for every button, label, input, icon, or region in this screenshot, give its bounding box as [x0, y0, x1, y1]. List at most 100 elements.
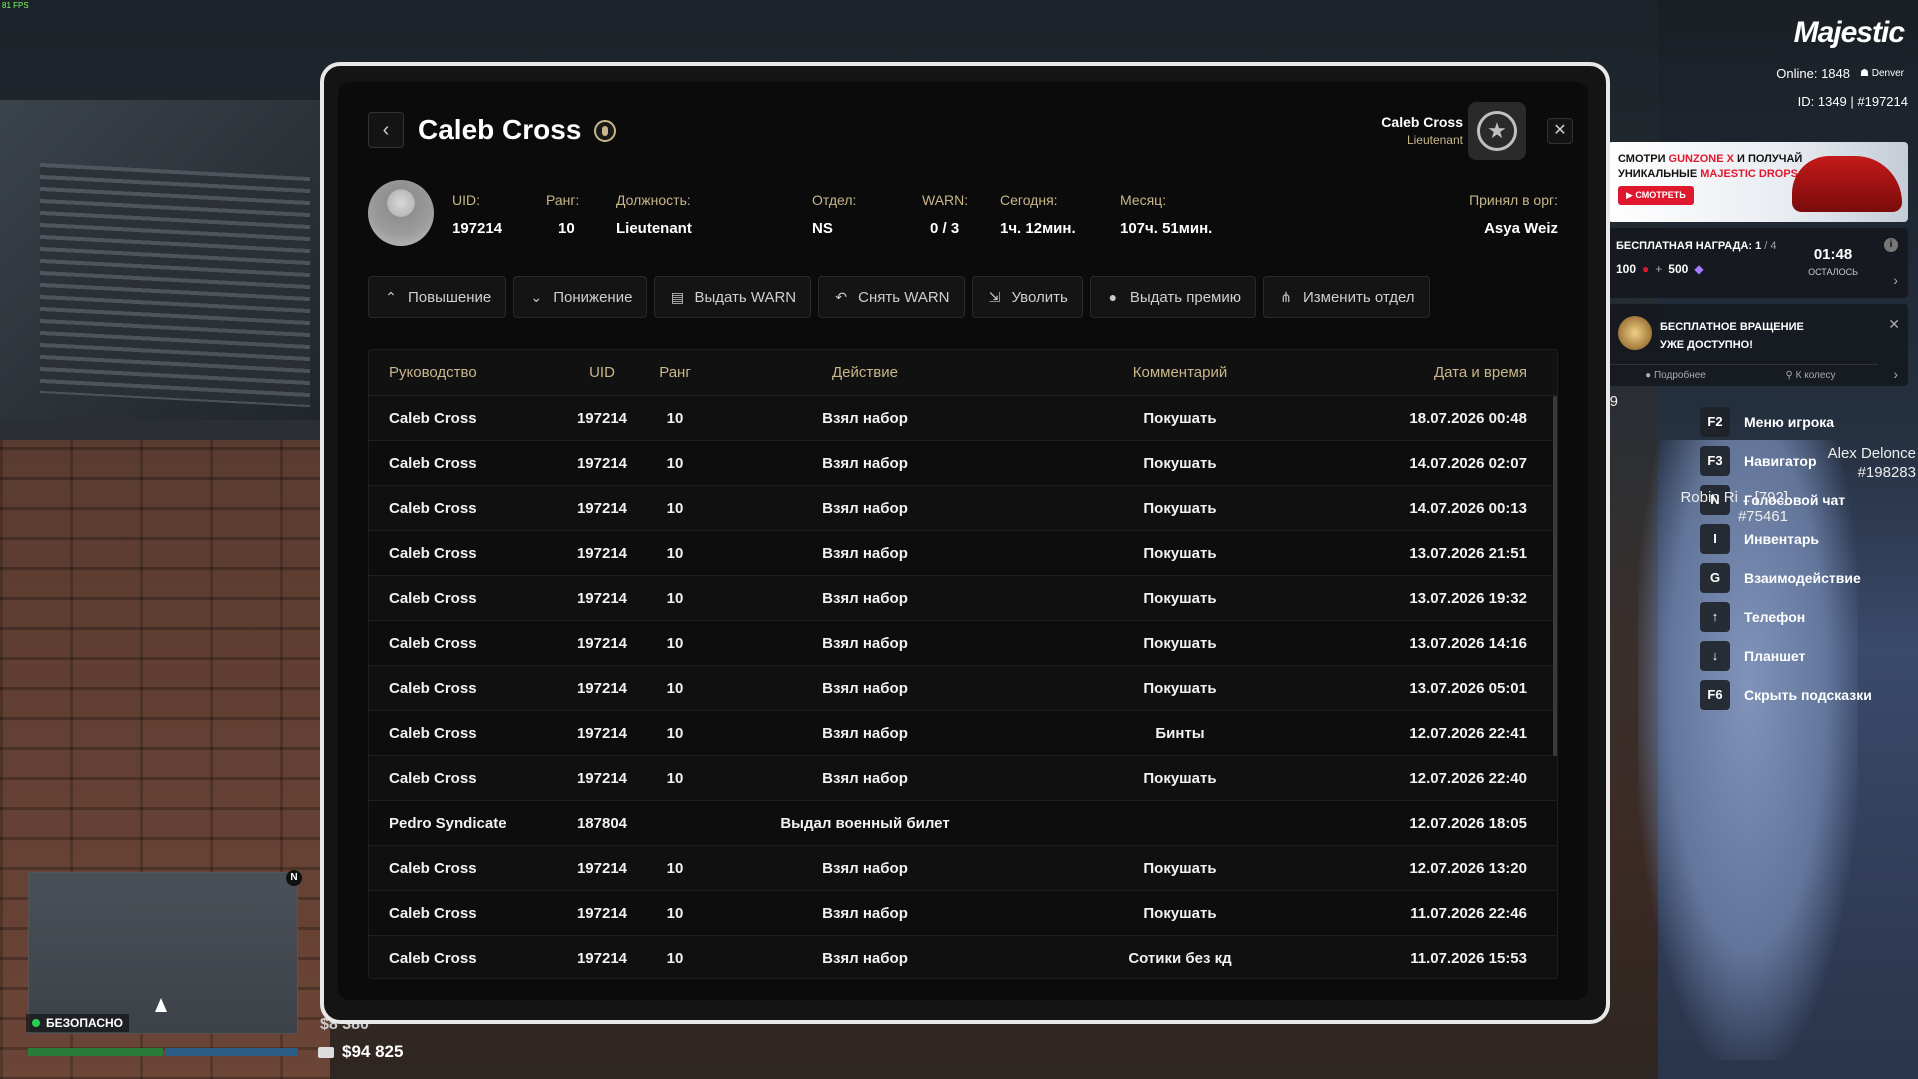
- hotkey-item: ↑ Телефон: [1700, 597, 1910, 636]
- reward-timer-value: 01:48: [1813, 246, 1853, 263]
- hotkey-key: F3: [1700, 445, 1730, 476]
- table-scrollbar[interactable]: [1553, 396, 1557, 756]
- table-cell: Взял набор: [822, 589, 908, 607]
- spin-details-link[interactable]: ● Подробнее: [1608, 365, 1743, 386]
- hotkey-item: F2 Меню игрока: [1700, 402, 1910, 441]
- spin-wheel-link[interactable]: ⚲ К колесу: [1743, 365, 1878, 386]
- back-button[interactable]: ‹: [368, 112, 404, 148]
- info-value: 10: [558, 220, 575, 237]
- current-user: Caleb Cross Lieutenant: [1381, 114, 1463, 147]
- table-cell: 12.07.2026 13:20: [1409, 859, 1527, 877]
- table-cell: 10: [666, 544, 684, 562]
- coin-red-icon: ●: [1642, 262, 1650, 276]
- zone-label: БЕЗОПАСНО: [46, 1016, 123, 1030]
- promote-label: Повышение: [408, 288, 492, 306]
- table-cell: Взял набор: [822, 544, 908, 562]
- column-header: Руководство: [389, 364, 477, 381]
- table-cell: 197214: [576, 859, 628, 877]
- chevrons-down-icon: ⌄: [530, 288, 543, 305]
- reward-plus: +: [1655, 262, 1663, 276]
- table-cell: 197214: [576, 409, 628, 427]
- player-tag-name: Robin Ri ...[792]: [1680, 489, 1788, 506]
- gem-purple-icon: ◆: [1694, 262, 1704, 276]
- info-value: Asya Weiz: [1484, 220, 1558, 237]
- org-chart-icon: ⋔: [1280, 288, 1292, 305]
- promo-line2b: MAJESTIC DROPS: [1700, 168, 1799, 180]
- info-rank: Ранг: 10: [546, 192, 579, 237]
- column-header: Ранг: [659, 364, 691, 381]
- table-cell: Caleb Cross: [389, 724, 477, 742]
- chevron-right-icon[interactable]: ›: [1893, 272, 1898, 288]
- shield-icon: [32, 1019, 40, 1027]
- table-row: Caleb Cross 197214 10 Взял набор Покушать 11.…: [369, 891, 1557, 936]
- server-name: ☗ Denver: [1860, 68, 1904, 79]
- undo-icon: ↶: [835, 288, 847, 305]
- promo-line1b: GUNZONE X: [1668, 153, 1734, 165]
- table-cell: 197214: [576, 904, 628, 922]
- info-icon[interactable]: i: [1884, 238, 1898, 252]
- free-reward-panel: БЕСПЛАТНАЯ НАГРАДА: 1 / 4 100 ● + 500 ◆ …: [1608, 228, 1908, 298]
- chevron-right-icon[interactable]: ›: [1893, 366, 1898, 382]
- table-cell: 10: [666, 499, 684, 517]
- reward-title-text: БЕСПЛАТНАЯ НАГРАДА: 1: [1616, 240, 1762, 252]
- fps-counter: 81 FPS: [2, 1, 29, 10]
- column-header: UID: [589, 364, 615, 381]
- promo-text: СМОТРИ GUNZONE X И ПОЛУЧАЙ УНИКАЛЬНЫЕ MA…: [1618, 152, 1808, 182]
- background-vent: [40, 162, 310, 408]
- table-cell: 12.07.2026 22:41: [1409, 724, 1527, 742]
- hotkey-label: Взаимодействие: [1744, 569, 1861, 586]
- demote-button[interactable]: ⌄ Понижение: [513, 276, 648, 318]
- table-cell: Покушать: [1143, 589, 1217, 607]
- column-header: Дата и время: [1433, 364, 1527, 381]
- column-header: Действие: [832, 364, 898, 381]
- promote-button[interactable]: ⌃ Повышение: [368, 276, 507, 318]
- info-value: 197214: [452, 220, 503, 237]
- give-bonus-button[interactable]: ● Выдать премию: [1089, 276, 1256, 318]
- table-cell: Caleb Cross: [389, 454, 477, 472]
- fire-button[interactable]: ⇲ Уволить: [971, 276, 1083, 318]
- close-button[interactable]: ✕: [1547, 118, 1573, 144]
- table-cell: Сотики без кд: [1128, 949, 1232, 967]
- hotkey-label: Навигатор: [1744, 452, 1817, 469]
- table-cell: 14.07.2026 00:13: [1409, 499, 1527, 517]
- table-cell: Покушать: [1143, 544, 1217, 562]
- table-cell: 10: [666, 679, 684, 697]
- table-cell: Взял набор: [822, 949, 908, 967]
- table-cell: 197214: [576, 544, 628, 562]
- info-accepted-by: Принял в орг: Asya Weiz: [1469, 192, 1558, 237]
- table-cell: Caleb Cross: [389, 409, 477, 427]
- promo-watch-button[interactable]: ▶ СМОТРЕТЬ: [1618, 186, 1694, 205]
- member-name-title: Caleb Cross: [418, 114, 582, 145]
- promo-banner[interactable]: СМОТРИ GUNZONE X И ПОЛУЧАЙ УНИКАЛЬНЫЕ MA…: [1608, 142, 1908, 222]
- hotkey-key: F2: [1700, 406, 1730, 437]
- table-cell: 187804: [576, 814, 628, 832]
- info-month: Месяц: 107ч. 51мин.: [1120, 192, 1212, 237]
- table-cell: 14.07.2026 02:07: [1409, 454, 1527, 472]
- player-tag-id: #75461: [1737, 508, 1788, 525]
- give-warn-button[interactable]: ▤ Выдать WARN: [654, 276, 812, 318]
- action-toolbar: ⌃ Повышение ⌄ Понижение ▤ Выдать WARN ↶ Снят…: [368, 276, 1430, 318]
- hotkey-label: Скрыть подсказки: [1744, 686, 1872, 703]
- change-department-button[interactable]: ⋔ Изменить отдел: [1262, 276, 1430, 318]
- table-cell: Caleb Cross: [389, 859, 477, 877]
- server-logo: Majestic: [1793, 16, 1905, 49]
- info-value: 0 / 3: [930, 220, 960, 237]
- table-cell: 197214: [576, 499, 628, 517]
- member-profile-modal: ‹ Caleb Cross Caleb Cross Lieutenant ★ ✕…: [338, 82, 1588, 1000]
- remove-warn-button[interactable]: ↶ Снять WARN: [818, 276, 965, 318]
- info-label: Месяц:: [1120, 192, 1167, 208]
- health-bar: [28, 1048, 163, 1056]
- hotkey-label: Планшет: [1744, 647, 1806, 664]
- info-label: WARN:: [922, 192, 969, 208]
- pin-icon: ⚲: [1785, 370, 1793, 381]
- free-spin-panel: БЕСПЛАТНОЕ ВРАЩЕНИЕ УЖЕ ДОСТУПНО! ✕ ● По…: [1608, 304, 1908, 386]
- table-cell: 10: [666, 949, 684, 967]
- close-icon[interactable]: ✕: [1888, 316, 1900, 333]
- person-badge-icon: [594, 120, 616, 142]
- remove-warn-label: Снять WARN: [858, 288, 950, 306]
- card-icon: [318, 1046, 334, 1058]
- info-icon: ●: [1645, 370, 1652, 381]
- player-arrow-icon: [155, 998, 167, 1012]
- table-cell: Покушать: [1143, 499, 1217, 517]
- reward-value-1: 100: [1616, 262, 1637, 276]
